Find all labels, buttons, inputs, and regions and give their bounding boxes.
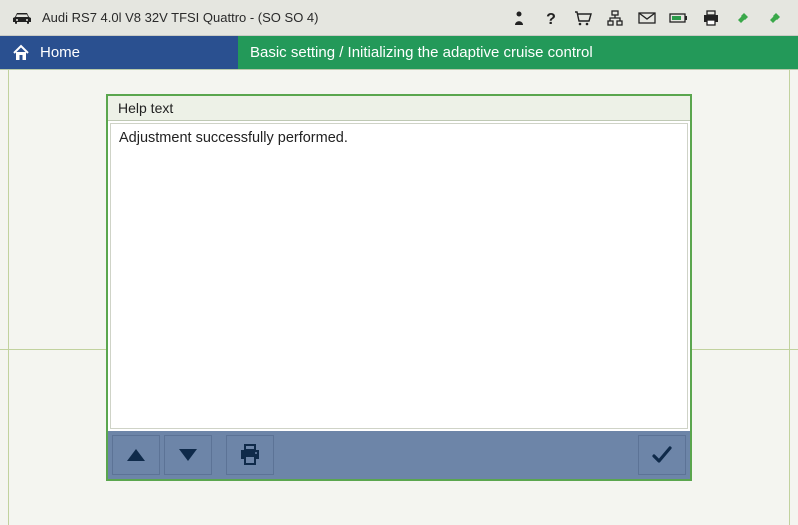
cart-icon[interactable] [570, 6, 596, 30]
content-area: Help text Adjustment successfully perfor… [0, 70, 798, 525]
nav-bar: Home Basic setting / Initializing the ad… [0, 36, 798, 70]
battery-icon[interactable] [666, 6, 692, 30]
title-bar: Audi RS7 4.0l V8 32V TFSI Quattro - (SO … [0, 0, 798, 36]
scroll-up-button[interactable] [112, 435, 160, 475]
person-icon[interactable] [506, 6, 532, 30]
title-toolbar: ? [506, 6, 788, 30]
scroll-down-button[interactable] [164, 435, 212, 475]
breadcrumb-text: Basic setting / Initializing the adaptiv… [250, 44, 593, 61]
connect-green-icon[interactable] [730, 6, 756, 30]
dialog-title: Help text [108, 96, 690, 121]
dialog-button-bar [108, 431, 690, 479]
print-button[interactable] [226, 435, 274, 475]
home-icon [12, 44, 30, 62]
mail-icon[interactable] [634, 6, 660, 30]
svg-text:?: ? [546, 11, 556, 26]
breadcrumb: Basic setting / Initializing the adaptiv… [238, 36, 798, 69]
help-dialog: Help text Adjustment successfully perfor… [106, 94, 692, 481]
help-icon[interactable]: ? [538, 6, 564, 30]
home-button[interactable]: Home [0, 36, 238, 69]
home-label: Home [40, 44, 80, 61]
tree-icon[interactable] [602, 6, 628, 30]
window-title: Audi RS7 4.0l V8 32V TFSI Quattro - (SO … [42, 10, 319, 25]
dialog-body: Adjustment successfully performed. [110, 123, 688, 429]
connect-green-icon-2[interactable] [762, 6, 788, 30]
car-icon [12, 11, 32, 25]
print-icon[interactable] [698, 6, 724, 30]
title-left-group: Audi RS7 4.0l V8 32V TFSI Quattro - (SO … [12, 10, 319, 25]
confirm-button[interactable] [638, 435, 686, 475]
